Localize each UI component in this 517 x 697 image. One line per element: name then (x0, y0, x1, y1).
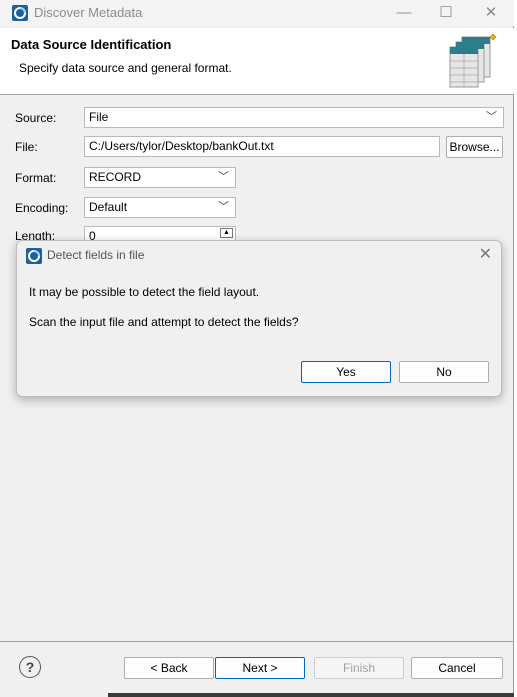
file-label: File: (15, 140, 38, 154)
browse-button[interactable]: Browse... (446, 136, 503, 158)
encoding-select[interactable]: Default ﹀ (84, 197, 236, 218)
format-value: RECORD (89, 170, 142, 184)
help-icon[interactable]: ? (19, 656, 41, 678)
page-description: Specify data source and general format. (19, 61, 232, 75)
wizard-header: Data Source Identification Specify data … (0, 28, 514, 95)
spinner-up-icon[interactable]: ▲ (220, 228, 233, 238)
app-logo-icon (26, 248, 42, 264)
dialog-title: Detect fields in file (47, 248, 145, 262)
detect-fields-dialog: Detect fields in file ✕ It may be possib… (16, 240, 502, 397)
format-select[interactable]: RECORD ﹀ (84, 167, 236, 188)
file-path-input[interactable]: C:/Users/tylor/Desktop/bankOut.txt (84, 136, 440, 157)
back-button[interactable]: < Back (124, 657, 214, 679)
no-button[interactable]: No (399, 361, 489, 383)
minimize-button[interactable]: — (382, 0, 426, 26)
finish-button: Finish (314, 657, 404, 679)
encoding-value: Default (89, 200, 128, 214)
dialog-message-line-1: It may be possible to detect the field l… (29, 285, 260, 299)
cancel-button[interactable]: Cancel (411, 657, 503, 679)
close-button[interactable]: ✕ (469, 0, 513, 26)
encoding-label: Encoding: (15, 201, 69, 215)
chevron-down-icon: ﹀ (218, 201, 229, 213)
page-title: Data Source Identification (11, 37, 172, 52)
source-value: File (89, 110, 109, 124)
footer-divider (0, 641, 514, 642)
chevron-down-icon: ﹀ (486, 111, 497, 123)
app-logo-icon (12, 5, 28, 21)
source-label: Source: (15, 111, 57, 125)
chevron-down-icon: ﹀ (218, 171, 229, 183)
metadata-table-icon (449, 34, 497, 88)
yes-button[interactable]: Yes (301, 361, 391, 383)
background-taskbar-strip (108, 693, 514, 697)
dialog-message-line-2: Scan the input file and attempt to detec… (29, 315, 299, 329)
next-button[interactable]: Next > (215, 657, 305, 679)
format-label: Format: (15, 171, 57, 185)
file-path-value: C:/Users/tylor/Desktop/bankOut.txt (89, 139, 274, 153)
source-select[interactable]: File ﹀ (84, 107, 504, 128)
title-bar: Discover Metadata — ☐ ✕ (0, 0, 514, 26)
maximize-button[interactable]: ☐ (424, 0, 468, 26)
dialog-close-icon[interactable]: ✕ (479, 244, 492, 264)
window-title: Discover Metadata (34, 5, 143, 20)
